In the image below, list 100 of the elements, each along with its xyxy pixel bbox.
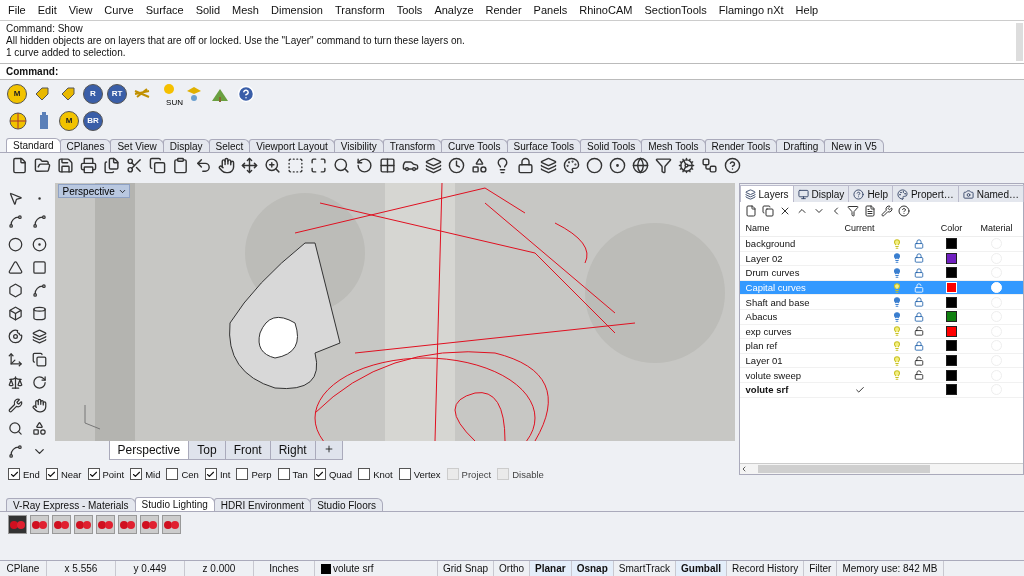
osnap-checkbox[interactable]: Tan xyxy=(277,468,308,480)
status-toggle[interactable]: Filter xyxy=(804,561,838,576)
layer-row[interactable]: exp curves xyxy=(739,324,1023,340)
layer-row[interactable]: Drum curves xyxy=(739,266,1023,281)
status-toggle[interactable]: Record History xyxy=(727,561,805,576)
plugin-button[interactable]: RT xyxy=(107,83,127,104)
menu-item[interactable]: Tools xyxy=(390,4,429,16)
new-layer-icon[interactable] xyxy=(743,204,758,218)
material-swatch[interactable] xyxy=(30,515,49,534)
color-swatch[interactable] xyxy=(946,355,958,367)
render-tab[interactable]: Studio Lighting xyxy=(134,497,215,511)
target-icon[interactable] xyxy=(7,109,29,132)
toolbar-tab[interactable]: Surface Tools xyxy=(506,139,581,152)
menu-item[interactable]: Surface xyxy=(139,4,190,16)
osnap-checkbox[interactable]: Quad xyxy=(313,468,353,480)
toolbar-tab[interactable]: Display xyxy=(162,139,210,152)
color-swatch[interactable] xyxy=(946,340,958,352)
menu-item[interactable]: Flamingo nXt xyxy=(712,4,790,16)
lock-icon[interactable] xyxy=(913,268,924,278)
panel-tab[interactable]: Help xyxy=(848,185,893,202)
lock-icon[interactable] xyxy=(913,253,924,264)
menu-item[interactable]: Solid xyxy=(189,4,227,16)
add-tab-button[interactable] xyxy=(314,441,343,460)
panel-tab[interactable]: Named… xyxy=(957,185,1024,202)
toolbar-tab[interactable]: Curve Tools xyxy=(440,139,508,152)
viewport-tab[interactable]: Right xyxy=(269,441,316,460)
column-header[interactable]: Material xyxy=(973,223,1020,233)
plugin-button[interactable]: M xyxy=(59,110,79,131)
column-header[interactable]: Current xyxy=(833,223,886,233)
osnap-checkbox[interactable]: Near xyxy=(45,468,82,480)
help-icon[interactable] xyxy=(896,204,911,218)
material-swatch[interactable] xyxy=(52,515,71,534)
material-swatch[interactable] xyxy=(162,515,181,534)
status-toggle[interactable]: Grid Snap xyxy=(438,561,495,576)
layer-row[interactable]: plan ref xyxy=(739,339,1023,354)
osnap-checkbox[interactable]: Mid xyxy=(130,468,161,480)
toolbar-tab[interactable]: Mesh Tools xyxy=(641,139,706,152)
plugin-button[interactable]: M xyxy=(7,83,27,104)
toolbar-tab[interactable]: Visibility xyxy=(333,139,384,152)
toolbar-tab[interactable]: Render Tools xyxy=(704,139,778,152)
viewport-tab[interactable]: Front xyxy=(224,441,271,460)
layer-row[interactable]: volute srf xyxy=(739,382,1023,398)
viewport-title-button[interactable]: Perspective xyxy=(57,184,130,198)
horizontal-scrollbar[interactable] xyxy=(739,463,1023,474)
lock-icon[interactable] xyxy=(913,297,924,308)
toolbar-tab[interactable]: Solid Tools xyxy=(580,139,643,152)
color-swatch[interactable] xyxy=(946,252,958,264)
layer-row[interactable]: Shaft and base xyxy=(739,295,1023,310)
toolbar-tab[interactable]: Drafting xyxy=(776,139,826,152)
menu-item[interactable]: SectionTools xyxy=(638,4,713,16)
scrollbar[interactable] xyxy=(1016,23,1023,61)
osnap-checkbox[interactable]: Perp xyxy=(236,468,272,480)
plugin-button[interactable]: BR xyxy=(83,110,103,131)
lock-icon[interactable] xyxy=(913,238,924,249)
panel-tab[interactable]: Propert… xyxy=(891,185,959,202)
menu-item[interactable]: Transform xyxy=(328,4,391,16)
osnap-checkbox[interactable]: End xyxy=(8,468,40,480)
panel-tab[interactable]: Layers xyxy=(739,185,794,202)
toolbar-tab[interactable]: Standard xyxy=(6,138,61,152)
viewport-tab[interactable]: Top xyxy=(188,441,226,460)
status-toggle[interactable]: Osnap xyxy=(571,561,614,576)
osnap-checkbox[interactable]: Int xyxy=(204,468,231,480)
copy-icon[interactable] xyxy=(760,204,775,218)
menu-item[interactable]: View xyxy=(62,4,99,16)
menu-item[interactable]: Render xyxy=(479,4,528,16)
osnap-checkbox[interactable]: Cen xyxy=(166,468,199,480)
document-icon[interactable] xyxy=(862,204,877,218)
material-swatch[interactable] xyxy=(140,515,159,534)
viewport-tab[interactable]: Perspective xyxy=(108,441,190,460)
column-header[interactable]: Color xyxy=(929,223,974,233)
layer-row[interactable]: Layer 02 xyxy=(739,251,1023,267)
menu-item[interactable]: Edit xyxy=(31,4,63,16)
layer-row[interactable]: Layer 01 xyxy=(739,353,1023,369)
layer-row[interactable]: volute sweep xyxy=(739,368,1023,383)
layer-row[interactable]: Abacus xyxy=(739,309,1023,325)
osnap-checkbox[interactable]: Vertex xyxy=(398,468,441,480)
toolbar-tab[interactable]: CPlanes xyxy=(59,139,112,152)
osnap-checkbox[interactable]: Knot xyxy=(358,468,393,480)
unlock-icon[interactable] xyxy=(913,326,924,337)
layer-row[interactable]: background xyxy=(739,237,1023,252)
material-swatch[interactable] xyxy=(8,515,27,534)
toolbar-tab[interactable]: Transform xyxy=(382,139,442,152)
plugin-button[interactable]: R xyxy=(83,83,103,104)
menu-item[interactable]: File xyxy=(2,4,32,16)
panel-tab[interactable]: Display xyxy=(792,185,850,202)
color-swatch[interactable] xyxy=(946,384,958,396)
column-header[interactable]: Name xyxy=(745,223,834,233)
render-tab[interactable]: V-Ray Express - Materials xyxy=(6,498,136,511)
material-swatch[interactable] xyxy=(74,515,93,534)
render-tab[interactable]: HDRI Environment xyxy=(213,498,312,511)
unlock-icon[interactable] xyxy=(913,370,924,381)
color-swatch[interactable] xyxy=(946,311,958,323)
menu-item[interactable]: Mesh xyxy=(226,4,265,16)
color-swatch[interactable] xyxy=(946,296,958,308)
toolbar-tab[interactable]: Select xyxy=(208,139,251,152)
layer-indicator[interactable]: volute srf xyxy=(315,561,438,576)
material-swatch[interactable] xyxy=(96,515,115,534)
status-toggle[interactable]: Planar xyxy=(530,561,572,576)
toolbar-tab[interactable]: Set View xyxy=(110,139,164,152)
status-toggle[interactable]: Gumball xyxy=(676,561,728,576)
